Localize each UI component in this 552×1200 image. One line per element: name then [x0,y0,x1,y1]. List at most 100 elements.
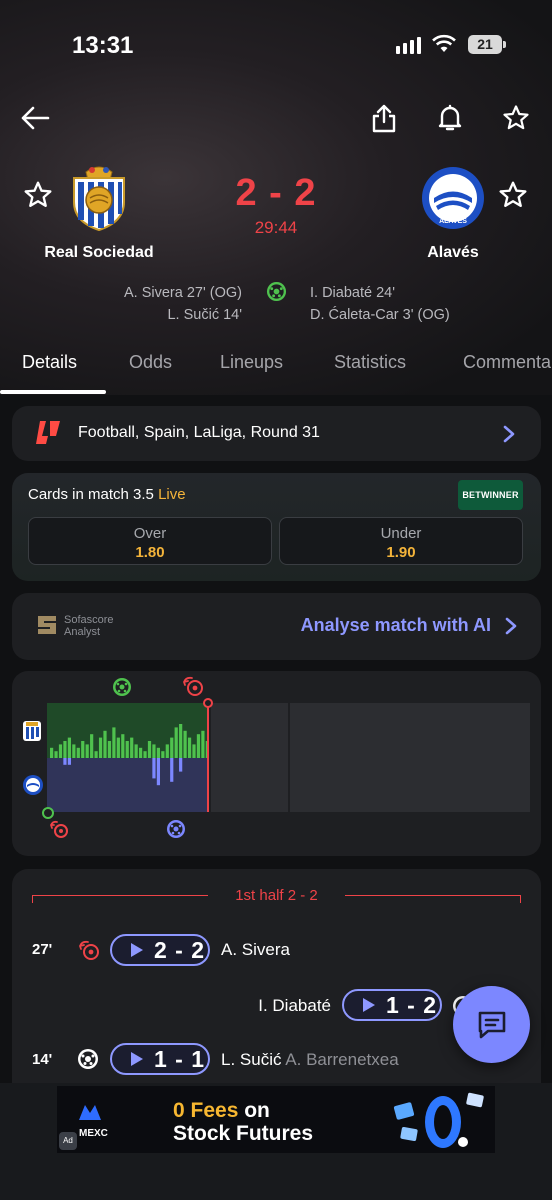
status-bar: 13:31 21 [0,0,552,90]
odds-under-button[interactable]: Under 1.90 [279,517,523,565]
ad-banner[interactable]: MEXC Ad 0 Fees on Stock Futures [57,1086,495,1153]
half-divider-tick [520,895,521,903]
momentum-away-bar [170,758,174,782]
odds-under-label: Under [380,525,422,542]
momentum-home-bar [85,744,89,758]
momentum-home-bar [196,734,201,758]
alaves-crest-icon[interactable]: ALAVÉS [420,163,486,233]
momentum-home-bar [54,751,58,758]
home-scorers: A. Sivera 27' (OG) L. Sučić 14' [124,282,242,326]
incident-score: 1 - 1 [154,1045,206,1072]
share-icon [372,104,396,133]
ai-analyst-row[interactable]: Sofascore Analyst Analyse match with AI [12,593,541,660]
momentum-home-bar [58,744,63,758]
momentum-home-bar [125,741,129,758]
analyse-with-ai-link[interactable]: Analyse match with AI [301,615,491,636]
home-team-mini-crest-icon [23,721,41,741]
bell-icon [438,104,462,131]
incident-player[interactable]: A. Sivera [221,940,290,960]
incident-score: 1 - 2 [386,991,438,1018]
momentum-home-bar [143,751,147,758]
ad-zero-percent-art-icon [393,1092,484,1148]
momentum-home-bar [161,751,165,758]
back-button[interactable] [17,100,53,136]
own-goal-marker-icon [183,676,203,696]
odds-provider: BETWINNER [462,490,519,500]
momentum-home-bar [90,734,94,758]
graph-remaining-first-half [211,703,288,812]
incident-score: 2 - 2 [154,936,206,963]
momentum-home-bar [192,744,196,758]
half-divider [345,895,521,896]
league-name: Football, Spain, LaLiga, Round 31 [78,424,320,441]
favorite-away-star-icon[interactable] [498,180,528,210]
momentum-home-bar [201,730,205,758]
odds-over-button[interactable]: Over 1.80 [28,517,272,565]
incident-highlight-button[interactable]: 2 - 2 [110,934,210,966]
home-team-name[interactable]: Real Sociedad [30,244,168,262]
tab-commentary[interactable]: Commentary [463,352,552,373]
incident-player-line: L. Sučić A. Barrenetxea [221,1050,399,1070]
mexc-logo-icon [79,1105,101,1120]
chevron-right-icon [503,425,515,443]
own-goal-marker-icon [42,807,68,838]
sofascore-analyst-logo-icon [38,616,56,634]
away-scorers: I. Diabaté 24' D. Ćaleta-Car 3' (OG) [310,282,450,326]
incident-player[interactable]: L. Sučić [221,1050,281,1069]
share-button[interactable] [366,100,402,136]
tab-statistics[interactable]: Statistics [334,352,406,373]
odds-live-badge: Live [158,486,186,503]
incident-highlight-button[interactable]: 1 - 1 [110,1043,210,1075]
odds-title: Cards in match 3.5 Live [28,486,186,503]
momentum-home-bar [72,744,76,758]
incident-player[interactable]: I. Diabaté [258,996,331,1016]
status-time: 13:31 [72,32,134,59]
goal-ball-icon [266,281,287,302]
momentum-graph [23,676,530,838]
league-row[interactable]: Football, Spain, LaLiga, Round 31 [12,406,541,461]
momentum-home-bar [116,737,120,758]
play-icon [131,943,143,957]
graph-second-half [290,703,530,812]
sofascore-analyst-brand: Sofascore Analyst [64,614,114,638]
momentum-home-bar [50,747,54,758]
incident-highlight-button[interactable]: 1 - 2 [342,989,442,1021]
incidents-card: 1st half 2 - 2 27' 2 - 2 A. Sivera I. Di… [12,869,541,1089]
tab-odds[interactable]: Odds [129,352,172,373]
momentum-home-bar [94,751,98,758]
momentum-home-bar [98,737,103,758]
chat-bubble-icon [478,1011,505,1038]
odds-over-label: Over [133,525,167,542]
home-goal-marker-icon [113,678,131,696]
incident-assist[interactable]: A. Barrenetxea [285,1050,398,1069]
away-team-name[interactable]: Alavés [405,244,501,262]
tab-details[interactable]: Details [22,352,77,373]
ad-headline-rest: on [238,1099,270,1122]
momentum-away-bar [179,758,183,772]
ad-badge-icon: Ad [59,1132,77,1150]
momentum-away-bar [63,758,67,765]
momentum-home-bar [76,747,80,758]
match-header: 13:31 21 Real Sociedad 2 - 2 29:44 ALAVÉ… [0,0,552,395]
momentum-home-bar [183,730,187,758]
ad-subline: Stock Futures [173,1122,314,1145]
tab-lineups[interactable]: Lineups [220,352,283,373]
favorite-match-button[interactable] [498,100,534,136]
momentum-home-bar [134,744,138,758]
momentum-home-bar [121,734,125,758]
momentum-home-bar [156,747,160,758]
momentum-home-bar [67,737,71,758]
momentum-away-bar [152,758,156,779]
betwinner-logo[interactable]: BETWINNER [458,480,523,510]
momentum-card[interactable] [12,671,541,856]
momentum-home-bar [187,737,192,758]
away-scorer: I. Diabaté 24' [310,285,395,301]
ad-area: MEXC Ad 0 Fees on Stock Futures [0,1083,552,1200]
odds-market: Cards in match 3.5 [28,486,154,503]
laliga-logo-icon [36,421,60,444]
notification-button[interactable] [432,100,468,136]
momentum-home-bar [81,741,85,758]
momentum-home-bar [107,741,112,758]
play-icon [363,998,375,1012]
chat-fab-button[interactable] [453,986,530,1063]
